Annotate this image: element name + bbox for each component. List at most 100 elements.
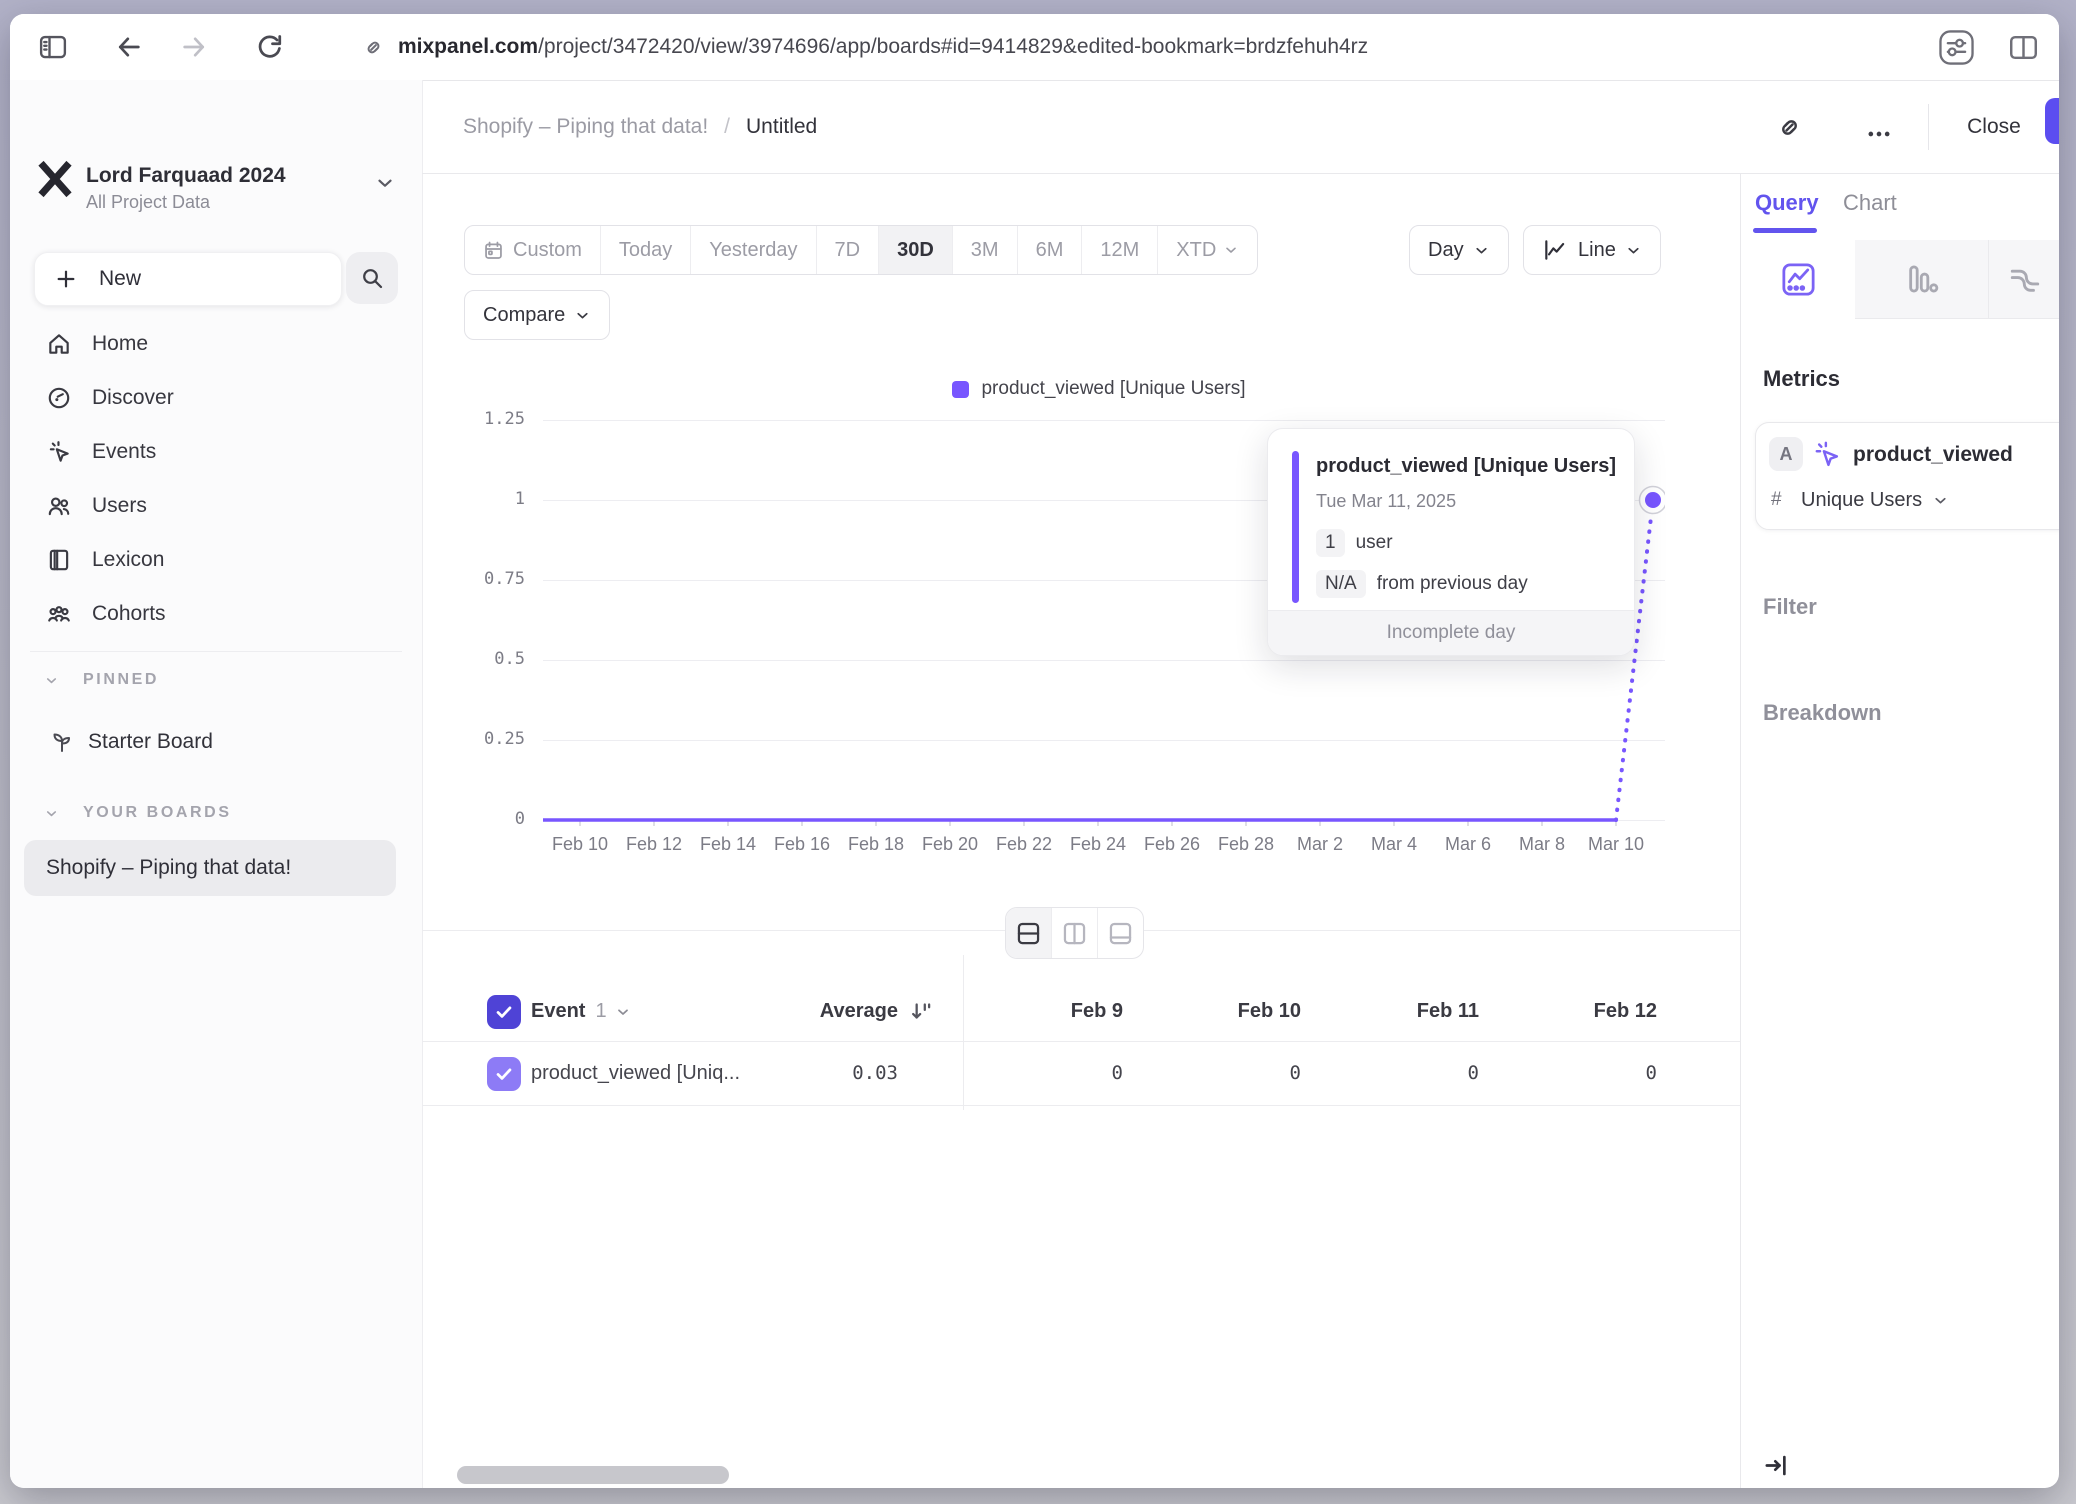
compare-label: Compare xyxy=(483,304,565,327)
layout-table-bottom-button[interactable] xyxy=(1097,908,1143,958)
reader-settings-icon[interactable] xyxy=(1938,29,1975,66)
chart-tooltip: product_viewed [Unique Users] Tue Mar 11… xyxy=(1267,428,1635,656)
aggregation-prefix: # xyxy=(1771,489,1782,511)
chevron-down-icon xyxy=(615,1004,631,1020)
search-button[interactable] xyxy=(346,252,398,304)
project-chevron-down-icon[interactable] xyxy=(374,172,396,194)
date-range-segmented: Custom Today Yesterday7D30D 3M 6M 12MXTD xyxy=(464,225,1258,275)
range-label: Today xyxy=(619,239,672,262)
range-custom[interactable]: Custom xyxy=(465,226,600,274)
chevron-down-icon xyxy=(1473,242,1490,259)
filter-heading: Filter xyxy=(1763,594,1817,620)
sidebar-item-label: Home xyxy=(92,332,148,356)
sidebar-item-cohorts[interactable]: Cohorts xyxy=(10,587,422,641)
calendar-icon xyxy=(483,240,504,261)
your-boards-section-header[interactable]: YOUR BOARDS xyxy=(10,798,422,828)
split-view-icon[interactable] xyxy=(2008,32,2039,63)
copy-link-icon[interactable] xyxy=(1775,113,1804,142)
sidebar-item-events[interactable]: Events xyxy=(10,425,422,479)
range-7d[interactable]: 7D xyxy=(816,226,879,274)
close-button[interactable]: Close xyxy=(1956,107,2032,147)
row-checkbox[interactable] xyxy=(487,1057,521,1091)
lexicon-icon xyxy=(46,547,72,573)
tab-insights[interactable] xyxy=(1741,240,1856,318)
table-row-average: 0.03 xyxy=(698,1062,898,1084)
screen: mixpanel.com/project/3472420/view/397469… xyxy=(0,0,2076,1504)
events-icon xyxy=(46,439,72,465)
select-all-checkbox[interactable] xyxy=(487,995,521,1029)
range-label: 6M xyxy=(1036,239,1064,262)
sidebar-item-discover[interactable]: Discover xyxy=(10,371,422,425)
sidebar-item-board-selected[interactable]: Shopify – Piping that data! xyxy=(24,840,396,896)
tab-query[interactable]: Query xyxy=(1755,190,1819,216)
sidebar-item-label: Discover xyxy=(92,386,174,410)
panel-divider xyxy=(1740,174,1741,1488)
range-label: 3M xyxy=(971,239,999,262)
sidebar-item-home[interactable]: Home xyxy=(10,317,422,371)
event-column-header[interactable]: Event 1 xyxy=(531,1000,631,1023)
average-column-header[interactable]: Average xyxy=(698,1000,898,1023)
metric-card[interactable]: A product_viewed # Unique Users xyxy=(1755,422,2059,530)
breadcrumb-page[interactable]: Untitled xyxy=(746,115,817,139)
home-icon xyxy=(46,331,72,357)
users-icon xyxy=(46,493,72,519)
pinned-section-header[interactable]: PINNED xyxy=(10,665,422,695)
column-header-feb-10[interactable]: Feb 10 xyxy=(1141,1000,1301,1023)
compare-dropdown[interactable]: Compare xyxy=(464,290,610,340)
save-button-edge[interactable] xyxy=(2045,98,2059,144)
metric-event-name: product_viewed xyxy=(1853,443,2013,467)
range-yesterday[interactable]: Yesterday xyxy=(690,226,815,274)
tooltip-footer: Incomplete day xyxy=(1268,610,1634,655)
layout-split-horizontal-button[interactable] xyxy=(1006,908,1051,958)
sidebar-item-starter-board[interactable]: Starter Board xyxy=(50,725,213,759)
new-button-label: New xyxy=(99,267,141,291)
project-name[interactable]: Lord Farquaad 2024 xyxy=(86,164,286,188)
breadcrumb-board[interactable]: Shopify – Piping that data! xyxy=(463,115,708,139)
column-header-feb-12[interactable]: Feb 12 xyxy=(1497,1000,1657,1023)
tab-chart[interactable]: Chart xyxy=(1843,190,1897,216)
more-options-icon[interactable] xyxy=(1865,120,1893,148)
reload-icon[interactable] xyxy=(255,32,285,62)
column-header-feb-11[interactable]: Feb 11 xyxy=(1319,1000,1479,1023)
tooltip-value-row: 1 user xyxy=(1316,529,1393,557)
tab-flows[interactable] xyxy=(1988,240,2059,319)
tooltip-accent-bar xyxy=(1292,451,1299,603)
sidebar-item-lexicon[interactable]: Lexicon xyxy=(10,533,422,587)
new-button[interactable]: New xyxy=(34,252,342,306)
aggregation-label: Unique Users xyxy=(1801,489,1922,512)
metrics-heading: Metrics xyxy=(1763,366,1840,392)
range-xtd[interactable]: XTD xyxy=(1157,226,1257,274)
sidebar-item-users[interactable]: Users xyxy=(10,479,422,533)
range-today[interactable]: Today xyxy=(600,226,690,274)
chart-type-dropdown[interactable]: Line xyxy=(1523,225,1661,275)
panel-toggle-icon[interactable] xyxy=(38,32,68,62)
layout-chart-only-button[interactable] xyxy=(1051,908,1097,958)
aggregation-dropdown[interactable]: Unique Users xyxy=(1801,489,1949,512)
table-cell-value: 0 xyxy=(1141,1062,1301,1084)
expand-panel-icon[interactable] xyxy=(1762,1451,1791,1480)
browser-toolbar: mixpanel.com/project/3472420/view/397469… xyxy=(10,14,2059,81)
breadcrumb: Shopify – Piping that data! / Untitled xyxy=(463,107,817,147)
metric-badge: A xyxy=(1769,437,1803,471)
granularity-dropdown[interactable]: Day xyxy=(1409,225,1509,275)
table-column-divider xyxy=(963,955,964,1110)
forward-icon[interactable] xyxy=(180,33,208,61)
tab-funnels[interactable] xyxy=(1855,240,1988,319)
y-axis-label: 0 xyxy=(453,809,525,829)
range-12m[interactable]: 12M xyxy=(1081,226,1157,274)
chevron-down-icon xyxy=(1932,492,1949,509)
range-6m[interactable]: 6M xyxy=(1017,226,1082,274)
url-field[interactable]: mixpanel.com/project/3472420/view/397469… xyxy=(398,14,1368,80)
back-icon[interactable] xyxy=(115,33,143,61)
chevron-down-icon xyxy=(574,307,591,324)
table-cell-value: 0 xyxy=(1497,1062,1657,1084)
range-3m[interactable]: 3M xyxy=(952,226,1017,274)
event-header-label: Event xyxy=(531,1000,585,1023)
granularity-label: Day xyxy=(1428,239,1464,262)
sort-icon[interactable] xyxy=(908,998,934,1024)
column-header-feb-9[interactable]: Feb 9 xyxy=(963,1000,1123,1023)
tooltip-title: product_viewed [Unique Users] xyxy=(1316,455,1616,478)
range-30d[interactable]: 30D xyxy=(878,226,952,274)
legend-item[interactable]: product_viewed [Unique Users] xyxy=(543,374,1655,404)
horizontal-scrollbar[interactable] xyxy=(457,1466,729,1484)
